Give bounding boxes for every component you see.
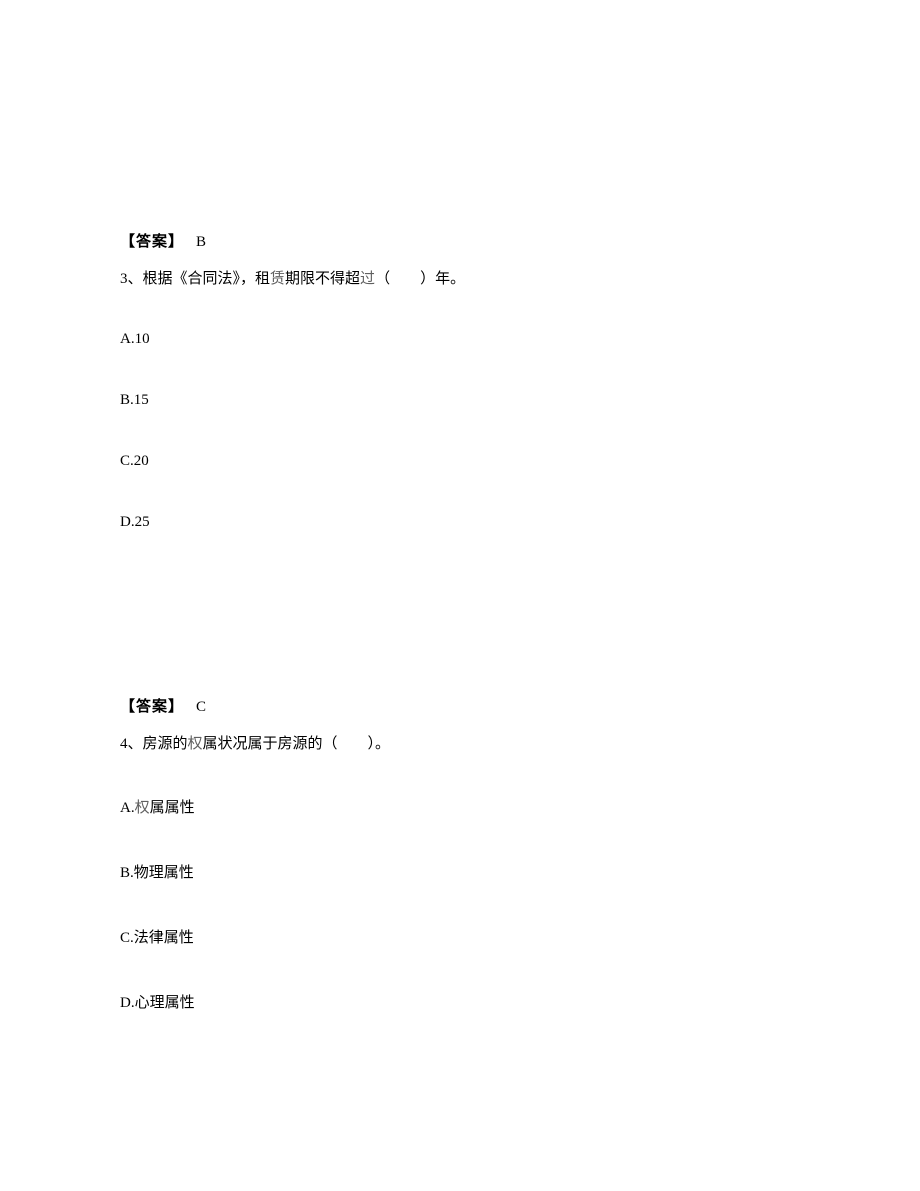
spacer-1 [120, 575, 800, 695]
q4-option-c-text: C.法律属性 [120, 930, 194, 946]
q4-option-d-text: D.心理属性 [120, 995, 195, 1011]
q2-answer-line: 【答案】 B [120, 230, 800, 251]
q4-option-a-suffix: 属属性 [150, 800, 195, 816]
q4-stem-text-2: 属状况属于房源的（ ）。 [203, 736, 391, 752]
q3-option-a: A.10 [120, 331, 800, 348]
document-content: 【答案】 B 3、根据《合同法》，租赁期限不得超过（ ）年。 A.10 B.15… [0, 0, 920, 1012]
q3-option-c: C.20 [120, 453, 800, 470]
q3-answer-value: C [196, 699, 206, 716]
q3-answer-line: 【答案】 C [120, 695, 800, 716]
q3-stem-text-2: 期限不得超 [285, 271, 360, 287]
q4-stem: 4、房源的权属状况属于房源的（ ）。 [120, 732, 800, 756]
q3-stem-special-1: 赁 [270, 271, 285, 287]
q4-option-c: C.法律属性 [120, 926, 800, 947]
q2-answer-value: B [196, 234, 206, 251]
q3-stem-special-2: 过 [360, 271, 375, 287]
q4-stem-special-1: 权 [188, 736, 203, 752]
q4-option-d: D.心理属性 [120, 991, 800, 1012]
q3-stem-text-1: 3、根据《合同法》，租 [120, 271, 270, 287]
q3-option-b: B.15 [120, 392, 800, 409]
q3-stem: 3、根据《合同法》，租赁期限不得超过（ ）年。 [120, 267, 800, 291]
q4-option-b: B.物理属性 [120, 861, 800, 882]
q2-answer-label: 【答案】 [120, 230, 184, 251]
q3-answer-label: 【答案】 [120, 695, 184, 716]
q4-option-a: A.权属属性 [120, 796, 800, 817]
q4-option-a-prefix: A. [120, 800, 135, 816]
q4-option-b-text: B.物理属性 [120, 865, 194, 881]
q4-stem-text-1: 4、房源的 [120, 736, 188, 752]
q3-stem-text-3: （ ）年。 [375, 271, 465, 287]
q4-option-a-special: 权 [135, 800, 150, 816]
q3-option-d: D.25 [120, 514, 800, 531]
